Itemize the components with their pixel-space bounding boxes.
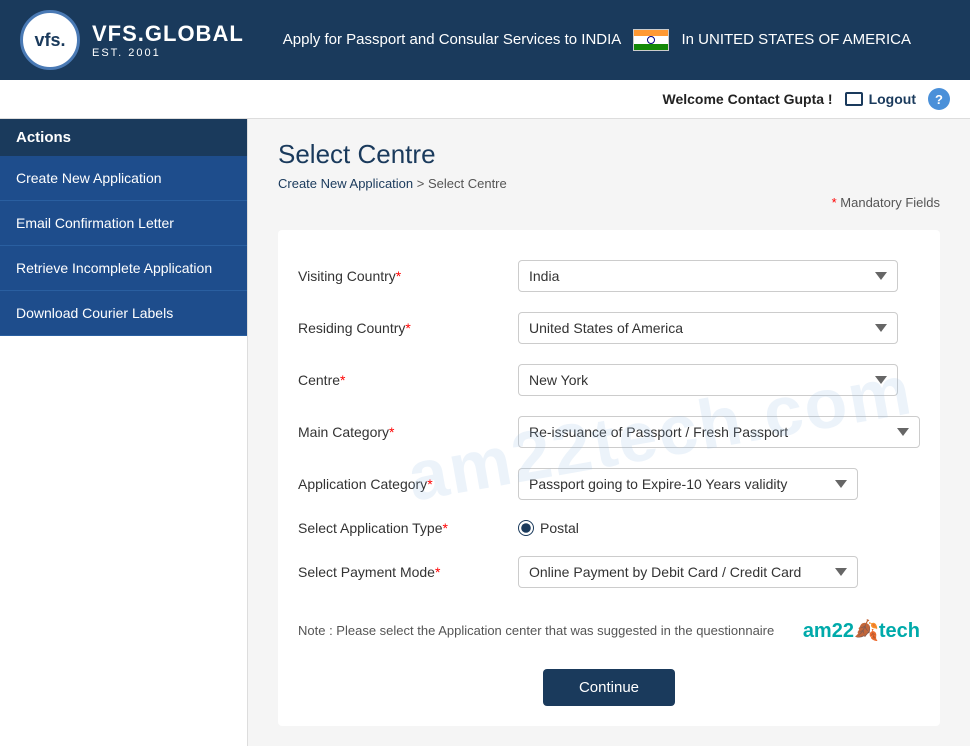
app-category-label: Application Category* xyxy=(298,476,518,492)
centre-label: Centre* xyxy=(298,372,518,388)
established-text: EST. 2001 xyxy=(92,47,244,59)
visiting-country-row: Visiting Country* India xyxy=(298,260,920,292)
logo-area: vfs. VFS.GLOBAL EST. 2001 xyxy=(20,10,244,70)
residing-country-row: Residing Country* United States of Ameri… xyxy=(298,312,920,344)
logout-icon xyxy=(845,92,863,106)
residing-country-select[interactable]: United States of America xyxy=(518,312,898,344)
country-label-text: In UNITED STATES OF AMERICA xyxy=(681,31,910,48)
visiting-country-label: Visiting Country* xyxy=(298,268,518,284)
brand-name-area: VFS.GLOBAL EST. 2001 xyxy=(92,21,244,59)
breadcrumb-separator: > xyxy=(417,176,425,191)
residing-country-label: Residing Country* xyxy=(298,320,518,336)
continue-btn-row: Continue xyxy=(298,669,920,706)
app-type-radio-group: Postal xyxy=(518,520,579,536)
postal-radio-label: Postal xyxy=(540,520,579,536)
header: vfs. VFS.GLOBAL EST. 2001 Apply for Pass… xyxy=(0,0,970,80)
continue-button[interactable]: Continue xyxy=(543,669,675,706)
sidebar-item-retrieve-incomplete[interactable]: Retrieve Incomplete Application xyxy=(0,246,247,291)
india-flag-icon xyxy=(633,29,669,51)
visiting-country-req: * xyxy=(396,268,401,284)
asterisk-icon: * xyxy=(832,195,837,210)
payment-mode-req: * xyxy=(435,564,440,580)
sidebar: Actions Create New Application Email Con… xyxy=(0,119,248,746)
am22tech-brand: am22🍂tech xyxy=(803,618,920,643)
mandatory-note: * Mandatory Fields xyxy=(278,195,940,210)
postal-radio-option[interactable]: Postal xyxy=(518,520,579,536)
main-category-label: Main Category* xyxy=(298,424,518,440)
note-row: Note : Please select the Application cen… xyxy=(298,608,920,653)
welcome-message: Welcome Contact Gupta ! xyxy=(662,91,832,107)
am22-suffix: tech xyxy=(879,620,920,642)
centre-req: * xyxy=(340,372,345,388)
subheader: Welcome Contact Gupta ! Logout ? xyxy=(0,80,970,119)
sidebar-header: Actions xyxy=(0,119,247,156)
residing-country-req: * xyxy=(405,320,410,336)
app-type-label: Select Application Type* xyxy=(298,520,518,536)
sidebar-item-email-confirmation[interactable]: Email Confirmation Letter xyxy=(0,201,247,246)
payment-mode-select[interactable]: Online Payment by Debit Card / Credit Ca… xyxy=(518,556,858,588)
app-category-row: Application Category* Passport going to … xyxy=(298,468,920,500)
sidebar-item-download-courier[interactable]: Download Courier Labels xyxy=(0,291,247,336)
logout-label: Logout xyxy=(869,91,916,107)
logo-top-text: vfs. xyxy=(34,30,65,51)
flag-green xyxy=(634,44,668,50)
postal-radio-input[interactable] xyxy=(518,520,534,536)
vfs-logo: vfs. xyxy=(20,10,80,70)
payment-mode-label: Select Payment Mode* xyxy=(298,564,518,580)
main-category-row: Main Category* Re-issuance of Passport /… xyxy=(298,416,920,448)
centre-row: Centre* New York xyxy=(298,364,920,396)
main-category-req: * xyxy=(389,424,394,440)
payment-mode-row: Select Payment Mode* Online Payment by D… xyxy=(298,556,920,588)
main-category-select[interactable]: Re-issuance of Passport / Fresh Passport xyxy=(518,416,920,448)
page-title: Select Centre xyxy=(278,139,940,170)
am22-prefix: am22 xyxy=(803,620,854,642)
mandatory-note-text: Mandatory Fields xyxy=(840,195,940,210)
main-layout: Actions Create New Application Email Con… xyxy=(0,119,970,746)
breadcrumb-link[interactable]: Create New Application xyxy=(278,176,413,191)
visiting-country-select[interactable]: India xyxy=(518,260,898,292)
sidebar-item-create-new-application[interactable]: Create New Application xyxy=(0,156,247,201)
app-category-select[interactable]: Passport going to Expire-10 Years validi… xyxy=(518,468,858,500)
form-section: Visiting Country* India Residing Country… xyxy=(278,230,940,726)
tagline-text: Apply for Passport and Consular Services… xyxy=(283,31,621,48)
app-category-req: * xyxy=(427,476,432,492)
content-area: am22tech.com Select Centre Create New Ap… xyxy=(248,119,970,746)
note-text: Note : Please select the Application cen… xyxy=(298,623,774,638)
centre-select[interactable]: New York xyxy=(518,364,898,396)
flag-white xyxy=(634,36,668,44)
app-type-req: * xyxy=(443,520,448,536)
brand-name: VFS.GLOBAL xyxy=(92,21,244,47)
app-type-row: Select Application Type* Postal xyxy=(298,520,920,536)
ashoka-chakra xyxy=(647,36,655,44)
am22-leaf-icon: 🍂 xyxy=(854,620,879,642)
header-tagline-area: Apply for Passport and Consular Services… xyxy=(244,29,950,51)
help-button[interactable]: ? xyxy=(928,88,950,110)
breadcrumb: Create New Application > Select Centre xyxy=(278,176,940,191)
breadcrumb-current: Select Centre xyxy=(428,176,507,191)
logout-button[interactable]: Logout xyxy=(845,91,916,107)
